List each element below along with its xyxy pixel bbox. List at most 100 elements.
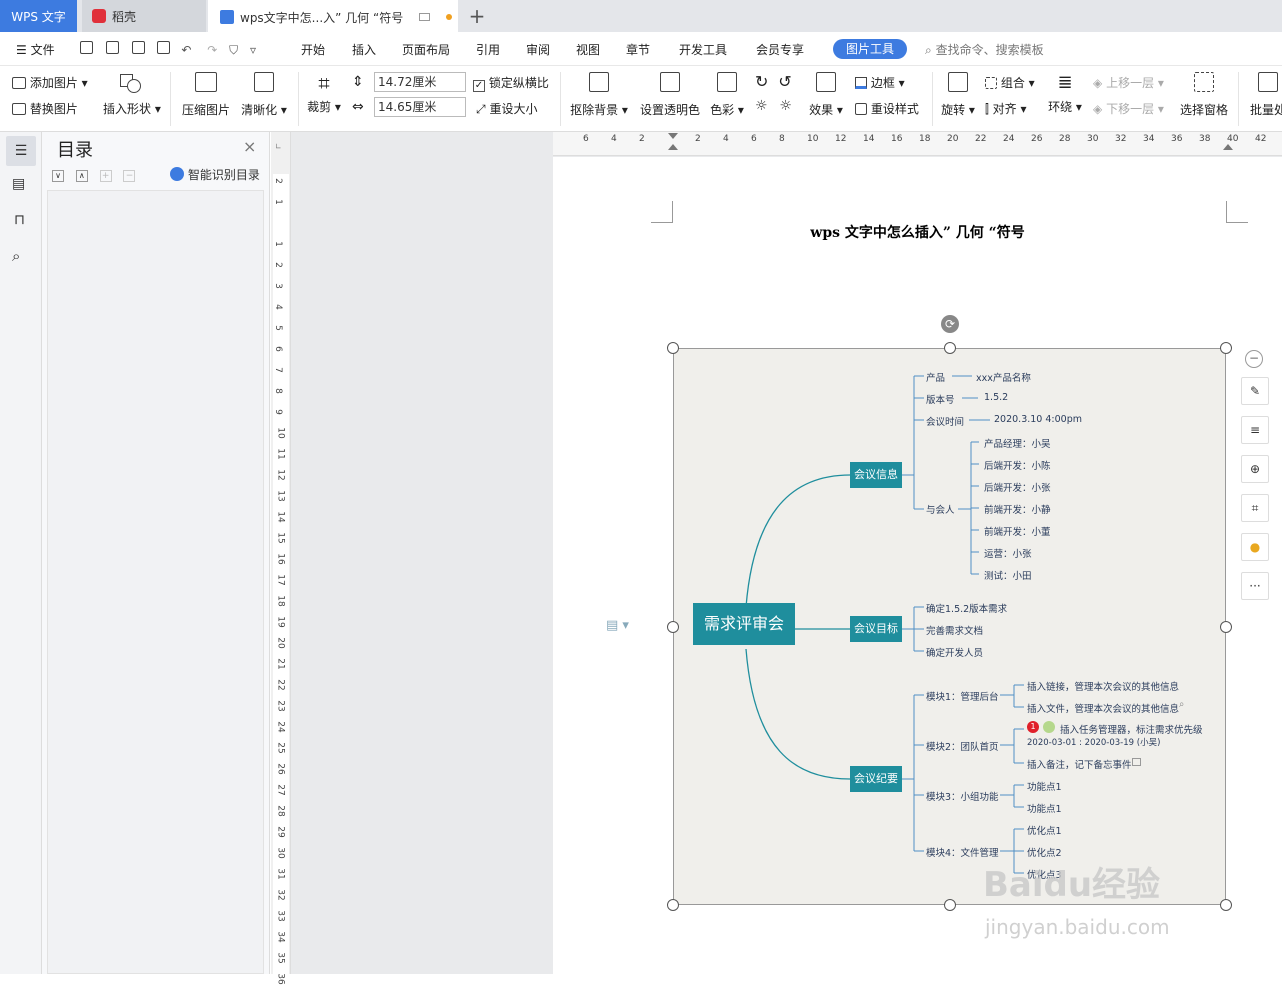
save-icon[interactable] — [80, 41, 93, 54]
ruler-tick-label: 8 — [272, 388, 283, 394]
picture-height-field[interactable]: 14.72厘米 — [374, 72, 466, 92]
tab-bar: WPS 文字 稻壳 wps文字中怎...入” 几何 “符号 + — [0, 0, 1282, 32]
remove-level-icon[interactable]: − — [123, 170, 136, 182]
batch-label: 批量处 — [1249, 103, 1282, 117]
preview-icon[interactable] — [157, 41, 171, 54]
picture-width-field[interactable]: 14.65厘米 — [374, 97, 466, 117]
expand-down-icon[interactable]: ∨ — [52, 170, 64, 182]
ruler-tick-label: 14 — [863, 134, 875, 144]
vertical-ruler: ∟ 2 1 1 2 3 4 5 6 7 8 9 10 11 12 13 14 15 16 17 18 19 20 21 22 2… — [271, 132, 291, 985]
format-painter-icon[interactable]: ⛉ — [229, 43, 238, 57]
replace-picture-button[interactable]: 替换图片 — [12, 100, 78, 117]
rotate-handle-icon[interactable]: ⟳ — [941, 315, 959, 333]
menu-start[interactable]: 开始 — [301, 41, 325, 58]
ruler-tick-label: 4 — [611, 134, 617, 144]
smart-toc-button[interactable]: 智能识别目录 — [170, 166, 260, 183]
set-transparent-color-button[interactable]: 设置透明色 — [640, 72, 700, 118]
resize-handle-top-left[interactable] — [667, 342, 679, 354]
tab-daoke[interactable]: 稻壳 — [82, 0, 206, 32]
wrap-button[interactable]: ≣ 环绕 ▾ — [1048, 72, 1082, 115]
find-icon[interactable]: ⌕ — [12, 247, 20, 265]
bring-forward-button[interactable]: ◈ 上移一层 ▾ — [1093, 74, 1164, 91]
print-icon[interactable] — [131, 41, 145, 54]
resize-handle-top-right[interactable] — [1220, 342, 1232, 354]
more-options-icon[interactable]: ··· — [1241, 572, 1269, 600]
group-button[interactable]: 组合 ▾ — [985, 74, 1035, 91]
menu-review[interactable]: 审阅 — [526, 41, 550, 58]
menu-member[interactable]: 会员专享 — [756, 41, 804, 58]
menu-view[interactable]: 视图 — [576, 41, 600, 58]
brightness-buttons[interactable]: ☼ ☼ — [755, 98, 792, 114]
checkbox-checked-icon: ✓ — [473, 80, 485, 92]
reset-style-button[interactable]: 重设样式 — [855, 100, 919, 117]
ruler-tick-label: 6 — [272, 346, 283, 352]
customize-dropdown-icon[interactable]: ▿ — [250, 43, 256, 57]
remove-background-button[interactable]: 抠除背景 ▾ — [570, 72, 628, 118]
brightness-up-icon[interactable]: ☼ — [755, 98, 768, 114]
insert-shape-button[interactable]: 插入形状 ▾ — [103, 72, 161, 117]
contrast-down-icon[interactable]: ↺ — [778, 72, 791, 91]
resize-handle-right[interactable] — [1220, 621, 1232, 633]
section-view-icon[interactable]: ▤ — [12, 176, 25, 192]
sharpen-button[interactable]: 清晰化 ▾ — [240, 72, 288, 118]
menu-insert[interactable]: 插入 — [352, 41, 376, 58]
edit-picture-icon[interactable]: ✎ — [1241, 377, 1269, 405]
undo-icon[interactable]: ↶ — [181, 43, 191, 57]
bookmark-icon[interactable]: ⊓ — [14, 212, 25, 228]
send-backward-button[interactable]: ◈ 下移一层 ▾ — [1093, 100, 1164, 117]
add-picture-button[interactable]: 添加图片 ▾ — [12, 74, 88, 91]
effect-button[interactable]: 效果 ▾ — [809, 72, 843, 118]
brightness-down-icon[interactable]: ☼ — [779, 98, 792, 114]
rotate-button[interactable]: 旋转 ▾ — [941, 72, 975, 118]
close-icon[interactable]: × — [243, 137, 256, 156]
document-page[interactable]: wps 文字中怎么插入” 几何 “符号 ▤ ▾ 需求评审会 会议信息 会议目标 … — [553, 157, 1282, 974]
crop-button[interactable]: ⌗ 裁剪 ▾ — [306, 72, 342, 115]
export-icon[interactable] — [105, 41, 119, 54]
resize-handle-bottom[interactable] — [944, 899, 956, 911]
batch-process-button[interactable]: 批量处 — [1248, 72, 1282, 118]
color-button[interactable]: 色彩 ▾ — [710, 72, 744, 118]
border-button[interactable]: 边框 ▾ — [855, 74, 905, 91]
monitor-icon[interactable] — [419, 13, 431, 21]
tab-document[interactable]: wps文字中怎...入” 几何 “符号 — [208, 0, 458, 32]
crop-picture-icon[interactable]: ⌗ — [1241, 494, 1269, 522]
right-indent-icon[interactable] — [1223, 138, 1233, 152]
idea-bulb-icon[interactable]: ● — [1241, 533, 1269, 561]
smart-icon — [170, 167, 184, 181]
resize-handle-top[interactable] — [944, 342, 956, 354]
resize-handle-bottom-left[interactable] — [667, 899, 679, 911]
paragraph-menu-icon[interactable]: ▤ ▾ — [606, 618, 629, 633]
reset-size-button[interactable]: ⤢ 重设大小 — [476, 100, 537, 117]
compress-picture-button[interactable]: 压缩图片 — [181, 72, 231, 118]
indent-marker-icon[interactable] — [668, 132, 678, 156]
align-button[interactable]: ⫿ 对齐 ▾ — [985, 100, 1027, 117]
resize-handle-bottom-right[interactable] — [1220, 899, 1232, 911]
lock-aspect-ratio-checkbox[interactable]: ✓ 锁定纵横比 — [473, 74, 549, 92]
menu-developer[interactable]: 开发工具 — [679, 41, 727, 58]
layout-options-icon[interactable]: ≡ — [1241, 416, 1269, 444]
add-level-icon[interactable]: + — [99, 170, 112, 182]
ruler-tick-label: 29 — [275, 826, 286, 838]
collapse-up-icon[interactable]: ∧ — [75, 170, 88, 182]
ruler-tick-label: 34 — [275, 931, 286, 943]
watermark-brand: Baidu经验 — [983, 865, 1161, 905]
tab-wps-writer[interactable]: WPS 文字 — [0, 0, 77, 32]
contrast-up-icon[interactable]: ↻ — [755, 72, 768, 91]
contrast-buttons[interactable]: ↻ ↺ — [755, 72, 792, 91]
document-title[interactable]: wps 文字中怎么插入” 几何 “符号 — [553, 222, 1282, 242]
group-label: 组合 — [1000, 76, 1025, 90]
menu-picture-tools[interactable]: 图片工具 — [833, 39, 907, 59]
toc-view-icon[interactable]: ☰ — [6, 136, 36, 166]
new-tab-button[interactable]: + — [462, 0, 492, 32]
command-search[interactable]: ⌕ 查找命令、搜索模板 — [925, 41, 1044, 58]
menu-page-layout[interactable]: 页面布局 — [402, 41, 450, 58]
file-menu[interactable]: ☰ 文件 — [16, 41, 55, 58]
selection-pane-button[interactable]: 选择窗格 — [1178, 72, 1230, 118]
border-icon — [855, 77, 867, 89]
collapse-toolbar-icon[interactable]: − — [1245, 350, 1263, 368]
menu-chapter[interactable]: 章节 — [626, 41, 650, 58]
redo-icon[interactable]: ↷ — [207, 43, 217, 57]
zoom-picture-icon[interactable]: ⊕ — [1241, 455, 1269, 483]
menu-references[interactable]: 引用 — [476, 41, 500, 58]
resize-handle-left[interactable] — [667, 621, 679, 633]
